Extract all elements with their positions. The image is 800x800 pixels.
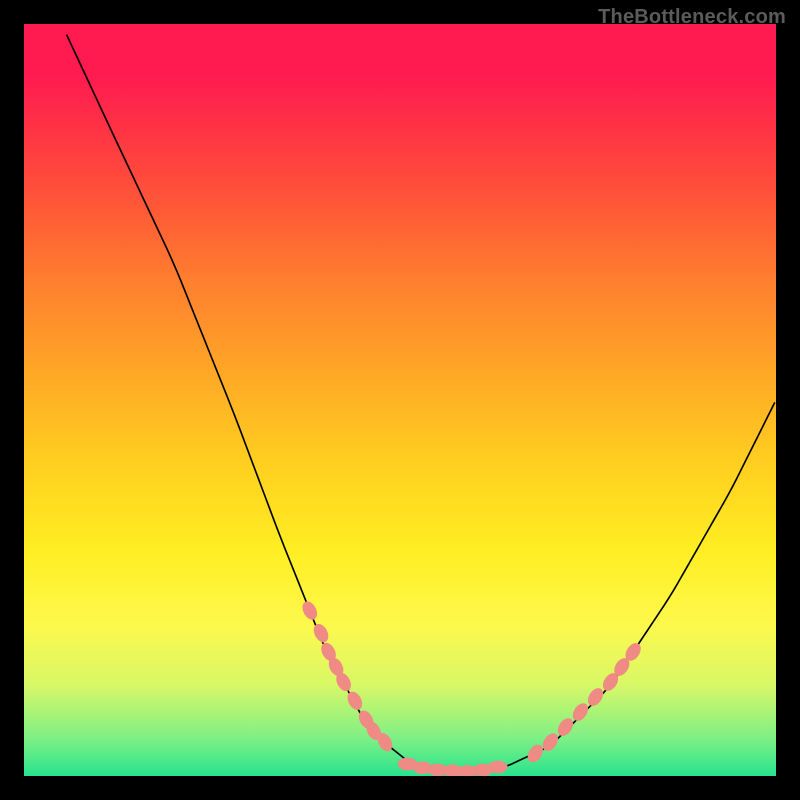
data-marker — [585, 685, 607, 708]
chart-svg — [24, 24, 776, 776]
data-marker — [345, 689, 365, 712]
plot-area — [24, 24, 776, 776]
data-marker — [300, 599, 320, 622]
data-marker — [555, 715, 577, 738]
bottleneck-curve — [67, 35, 775, 771]
data-markers — [300, 599, 644, 776]
watermark-text: TheBottleneck.com — [598, 6, 786, 29]
data-marker — [311, 621, 331, 644]
chart-frame: TheBottleneck.com — [0, 0, 800, 800]
data-marker — [488, 761, 508, 774]
data-marker — [570, 700, 592, 723]
